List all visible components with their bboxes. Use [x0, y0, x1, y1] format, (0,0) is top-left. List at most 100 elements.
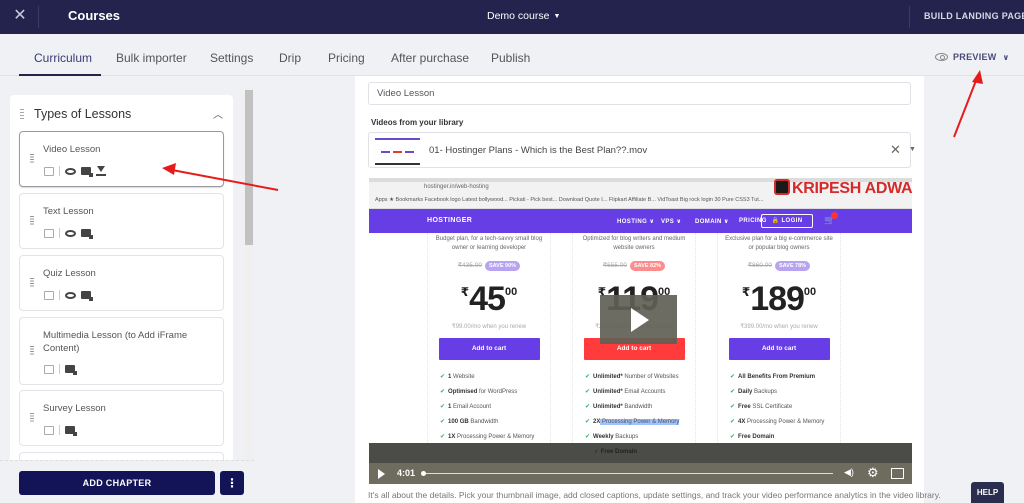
- course-selector[interactable]: Demo course ▼: [487, 10, 560, 22]
- plan-features: ✔ 1 Website ✔ Optimised for WordPress ✔ 1 Ema…: [428, 370, 550, 445]
- feature-bold: Unlimited*: [593, 389, 623, 395]
- lesson-type-quiz[interactable]: Quiz Lesson: [19, 255, 224, 311]
- plan-feature: ✔ 100 GB Bandwidth: [440, 415, 550, 430]
- plan-old-price: ₹435.00: [457, 262, 482, 269]
- nav-item: VPS ∨: [661, 219, 682, 225]
- more-options-button[interactable]: ⋮: [220, 471, 244, 495]
- video-select-dropdown[interactable]: 01- Hostinger Plans - Which is the Best …: [368, 132, 916, 168]
- volume-icon[interactable]: ◀): [844, 467, 854, 478]
- lesson-type-multimedia[interactable]: Multimedia Lesson (to Add iFrame Content…: [19, 317, 224, 385]
- survey-icon: [44, 425, 54, 435]
- preview-button[interactable]: PREVIEW ∨: [935, 52, 1009, 62]
- selected-video-name: 01- Hostinger Plans - Which is the Best …: [429, 145, 648, 156]
- lesson-icons: [44, 364, 77, 375]
- clear-icon[interactable]: ✕: [890, 142, 901, 158]
- feature-bold: Optimised: [448, 389, 478, 395]
- sidebar-scrollbar-thumb[interactable]: [245, 90, 253, 245]
- check-icon: ✔: [585, 374, 591, 380]
- divider: [59, 290, 60, 300]
- tab-drip[interactable]: Drip: [279, 51, 301, 65]
- active-tab-indicator: [19, 74, 101, 76]
- tab-curriculum[interactable]: Curriculum: [34, 51, 92, 65]
- top-bar: ✕ Courses Demo course ▼ BUILD LANDING PAG…: [0, 0, 1024, 34]
- feature-text: Email Accounts: [622, 389, 666, 395]
- lesson-type-name: Multimedia Lesson (to Add iFrame Content…: [43, 330, 188, 354]
- login-button: 🔒 LOGIN: [761, 214, 813, 228]
- caret-down-icon[interactable]: ▼: [909, 146, 916, 153]
- help-button[interactable]: HELP: [971, 482, 1004, 503]
- drag-handle-icon[interactable]: [30, 154, 34, 163]
- tab-after-purchase[interactable]: After purchase: [391, 51, 469, 65]
- plan-save-badge: SAVE 90%: [484, 261, 521, 271]
- plan-save-badge: SAVE 82%: [629, 261, 666, 271]
- tab-pricing[interactable]: Pricing: [328, 51, 365, 65]
- quiz-icon: [44, 290, 54, 300]
- seek-bar[interactable]: [423, 473, 833, 474]
- chevron-up-icon[interactable]: ︿: [213, 106, 223, 121]
- plan-feature: ✔ 1 Website: [440, 370, 550, 385]
- play-button-overlay[interactable]: [600, 295, 677, 344]
- plan-old-price-row: ₹655.00 SAVE 82%: [573, 261, 695, 271]
- feature-text: SSL Certificate: [750, 404, 793, 410]
- play-icon[interactable]: [378, 469, 385, 479]
- drag-handle-icon[interactable]: [30, 278, 34, 287]
- build-landing-page-button[interactable]: BUILD LANDING PAGE →: [924, 11, 1024, 21]
- caret-down-icon: ▼: [553, 13, 561, 20]
- gear-icon[interactable]: ⚙: [867, 465, 879, 481]
- lesson-icons: [44, 290, 93, 301]
- channel-watermark: KRIPESH ADWANI: [774, 179, 912, 198]
- thumbnail-bar: [405, 151, 414, 153]
- check-icon: ✔: [730, 404, 736, 410]
- feature-text: Processing Power & Memory: [600, 419, 680, 425]
- feature-text: Bandwidth: [468, 419, 499, 425]
- course-selector-label: Demo course: [487, 10, 550, 22]
- check-icon: ✔: [730, 419, 736, 425]
- check-icon: ✔: [585, 404, 591, 410]
- check-icon: ✔: [440, 419, 446, 425]
- tab-publish[interactable]: Publish: [491, 51, 530, 65]
- feature-text: Email Account: [451, 404, 492, 410]
- lesson-type-name: Survey Lesson: [43, 403, 106, 414]
- multimedia-icon: [44, 364, 54, 374]
- thumbnail-bar: [393, 151, 402, 153]
- comment-icon: [65, 365, 77, 375]
- drag-handle-icon[interactable]: [30, 413, 34, 422]
- seek-handle[interactable]: [421, 471, 426, 476]
- cart-badge: [831, 212, 838, 219]
- check-icon: ✔: [440, 389, 446, 395]
- feature-bold: Unlimited*: [593, 404, 623, 410]
- plan-save-badge: SAVE 78%: [774, 261, 811, 271]
- divider: [59, 364, 60, 374]
- annotation-arrow-preview: [953, 70, 983, 138]
- plan-feature: ✔ Free SSL Certificate: [730, 400, 840, 415]
- divider: [59, 166, 60, 176]
- add-chapter-button[interactable]: ADD CHAPTER: [19, 471, 215, 495]
- feature-text: Website: [451, 374, 475, 380]
- lesson-type-survey[interactable]: Survey Lesson: [19, 390, 224, 446]
- lesson-type-text[interactable]: Text Lesson: [19, 193, 224, 249]
- nav-item: DOMAIN ∨: [695, 219, 730, 225]
- drag-handle-icon[interactable]: [20, 109, 24, 119]
- video-thumbnail: [375, 137, 420, 165]
- tab-bulk-importer[interactable]: Bulk importer: [116, 51, 187, 65]
- drag-handle-icon[interactable]: [30, 216, 34, 225]
- plan-feature: ✔ Daily Backups: [730, 385, 840, 400]
- chevron-down-icon: ∨: [1002, 53, 1010, 62]
- plan-price-value: 189: [750, 280, 805, 318]
- fullscreen-icon[interactable]: [891, 468, 904, 479]
- drag-handle-icon[interactable]: [30, 346, 34, 355]
- video-player[interactable]: hostinger.in/web-hosting Apps ★ Bookmark…: [369, 178, 912, 484]
- feature-bold: Free Domain: [738, 434, 775, 440]
- plan-old-price-row: ₹435.00 SAVE 90%: [428, 261, 550, 271]
- plan-price-cents: 00: [803, 286, 817, 298]
- feature-bold: Daily: [738, 389, 753, 395]
- plan-feature: ✔ Unlimited* Number of Websites: [585, 370, 695, 385]
- lesson-title-input[interactable]: [368, 82, 911, 105]
- feature-bold: 100 GB: [448, 419, 469, 425]
- player-controls: 4:01 ◀) ⚙: [369, 463, 912, 484]
- lesson-type-video[interactable]: Video Lesson: [19, 131, 224, 187]
- close-icon[interactable]: ✕: [12, 7, 28, 25]
- plan-feature: ✔ 4X Processing Power & Memory: [730, 415, 840, 430]
- tab-settings[interactable]: Settings: [210, 51, 253, 65]
- lesson-editor: Videos from your library 01- Hostinger P…: [355, 76, 941, 503]
